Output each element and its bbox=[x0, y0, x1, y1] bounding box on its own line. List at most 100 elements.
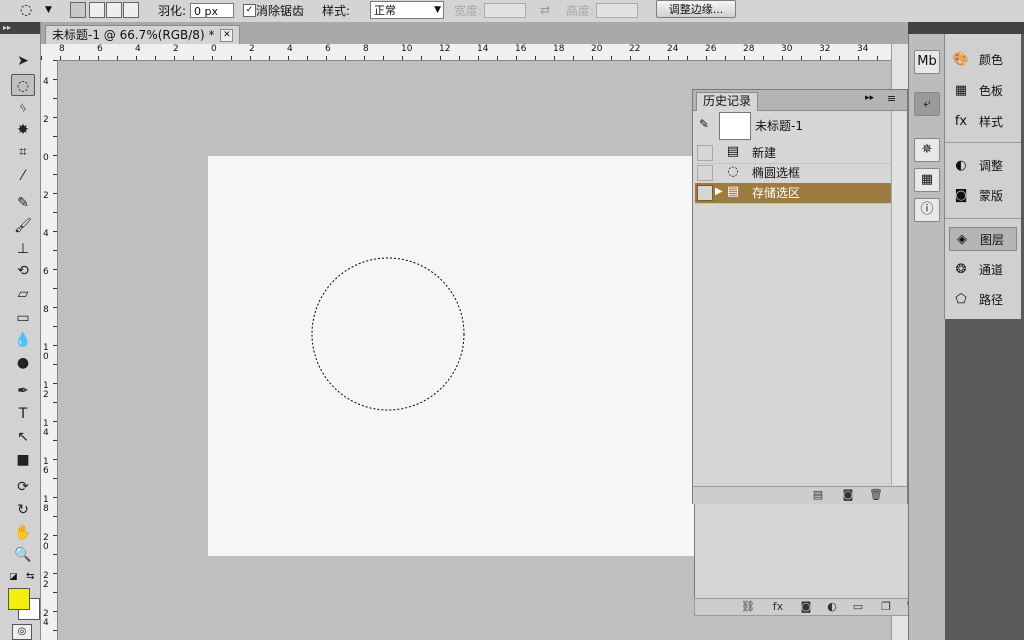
type-tool-icon[interactable]: T bbox=[11, 403, 35, 425]
history-source-checkbox[interactable] bbox=[697, 145, 713, 161]
document-tab-title: 未标题-1 @ 66.7%(RGB/8) * bbox=[52, 28, 215, 42]
preset-dropdown-icon[interactable]: ▼ bbox=[45, 2, 52, 18]
antialias-label: 消除锯齿 bbox=[256, 4, 305, 18]
gradient-tool-icon[interactable]: ▭ bbox=[11, 307, 35, 329]
history-source-checkbox[interactable] bbox=[697, 185, 713, 201]
blur-tool-icon[interactable]: 💧 bbox=[11, 329, 35, 351]
history-source-checkbox[interactable] bbox=[697, 165, 713, 181]
layers-icon: ◈ bbox=[957, 232, 967, 247]
pen-tool-icon[interactable]: ✒ bbox=[11, 380, 35, 402]
style-select[interactable]: 正常 ▼ bbox=[370, 1, 444, 19]
move-tool-icon[interactable]: ➤ bbox=[11, 50, 35, 72]
history-snapshot[interactable]: ✎ 未标题-1 bbox=[693, 111, 891, 143]
height-input[interactable] bbox=[596, 3, 638, 18]
panel-divider bbox=[945, 142, 1021, 143]
brush-tool-icon[interactable]: 🖌 bbox=[11, 215, 35, 237]
path-selection-tool-icon[interactable]: ↖ bbox=[11, 426, 35, 448]
snapshot-brush-icon[interactable]: ✎ bbox=[699, 117, 709, 131]
magic-wand-tool-icon[interactable]: ✸ bbox=[11, 119, 35, 141]
dodge-tool-icon[interactable]: ● bbox=[11, 352, 35, 374]
ruler-tick-label: 12 bbox=[439, 44, 451, 54]
stamp-tool-icon[interactable]: ⊥ bbox=[11, 238, 35, 260]
crop-tool-icon[interactable]: ⌗ bbox=[11, 141, 35, 163]
quick-mask-icon[interactable]: ◎ bbox=[12, 624, 32, 640]
ruler-tick-label: 1 6 bbox=[43, 457, 49, 476]
mini-bridge-icon[interactable]: Mb bbox=[914, 50, 940, 74]
hand-tool-icon[interactable]: ✋ bbox=[11, 522, 35, 544]
add-mask-icon[interactable]: ◙ bbox=[799, 600, 813, 614]
tools-panel-header[interactable]: ▸▸ bbox=[0, 22, 40, 34]
panel-label: 通道 bbox=[979, 263, 1004, 277]
adjustments-icon: ◐ bbox=[955, 158, 967, 173]
panel-layers[interactable]: ◈ 图层 bbox=[949, 227, 1017, 251]
subtract-from-selection-icon[interactable] bbox=[106, 2, 122, 18]
tools-panel: ▸▸ ➤ ◌ ᛃ ✸ ⌗ ⁄ ✎ 🖌 ⊥ ⟲ ▱ ▭ 💧 ● ✒ T ↖ ■ ⟳… bbox=[0, 22, 41, 640]
snapshot-thumbnail bbox=[719, 112, 751, 140]
styles-icon: fx bbox=[954, 114, 968, 129]
channels-icon: ❂ bbox=[955, 262, 967, 277]
zoom-tool-icon[interactable]: 🔍 bbox=[11, 544, 35, 566]
new-selection-icon[interactable] bbox=[70, 2, 86, 18]
new-layer-icon[interactable]: ❐ bbox=[879, 600, 893, 614]
ruler-tick-label: 10 bbox=[401, 44, 413, 54]
width-input[interactable] bbox=[484, 3, 526, 18]
3d-orbit-tool-icon[interactable]: ↻ bbox=[11, 499, 35, 521]
add-to-selection-icon[interactable] bbox=[89, 2, 105, 18]
history-item[interactable]: ◌ 椭圆选框 bbox=[695, 163, 891, 184]
panel-channels[interactable]: ❂ 通道 bbox=[949, 258, 1017, 282]
history-item-label: 新建 bbox=[752, 146, 777, 160]
eraser-tool-icon[interactable]: ▱ bbox=[11, 283, 35, 305]
swap-dimensions-icon[interactable]: ⇄ bbox=[540, 3, 550, 17]
swatches-icon: ▦ bbox=[954, 83, 968, 98]
rectangle-tool-icon[interactable]: ■ bbox=[11, 449, 35, 471]
panel-menu-icon[interactable]: ≡ bbox=[887, 92, 896, 105]
panel-styles[interactable]: fx 样式 bbox=[949, 110, 1017, 134]
panel-color[interactable]: 🎨 颜色 bbox=[949, 48, 1017, 72]
panel-paths[interactable]: ⬠ 路径 bbox=[949, 288, 1017, 312]
intersect-selection-icon[interactable] bbox=[123, 2, 139, 18]
ruler-tick-label: 8 bbox=[59, 44, 65, 54]
dock-header[interactable] bbox=[908, 22, 1024, 34]
chevron-down-icon: ▼ bbox=[434, 5, 441, 15]
eyedropper-tool-icon[interactable]: ⁄ bbox=[11, 165, 35, 187]
fx-icon[interactable]: fx bbox=[771, 600, 785, 614]
ellipse-marquee-tool-icon[interactable]: ◌ bbox=[11, 74, 35, 96]
marquee-preset-icon[interactable]: ◌ bbox=[20, 2, 38, 18]
default-colors-icon[interactable]: ◪ bbox=[9, 572, 18, 582]
history-tab[interactable]: 历史记录 bbox=[696, 92, 759, 111]
layers-footer: ⛓ fx ◙ ◐ ▭ ❐ 🗑 bbox=[694, 598, 943, 616]
histogram-icon[interactable]: ▦ bbox=[914, 168, 940, 192]
antialias-checkbox[interactable]: ✓ bbox=[243, 4, 256, 17]
collapse-icon[interactable]: ▸▸ bbox=[865, 93, 874, 103]
ruler-tick-label: 2 2 bbox=[43, 571, 49, 590]
group-icon[interactable]: ▭ bbox=[851, 600, 865, 614]
history-icon[interactable]: ⤶ bbox=[914, 92, 940, 116]
panel-adjustments[interactable]: ◐ 调整 bbox=[949, 154, 1017, 178]
lasso-tool-icon[interactable]: ᛃ bbox=[11, 97, 35, 119]
foreground-color-swatch[interactable] bbox=[8, 588, 30, 610]
feather-input[interactable]: 0 px bbox=[190, 3, 234, 18]
adjustment-layer-icon[interactable]: ◐ bbox=[825, 600, 839, 614]
refine-edge-button[interactable]: 调整边缘... bbox=[656, 0, 736, 18]
history-item-selected[interactable]: ▶ ▤ 存储选区 bbox=[695, 183, 891, 204]
history-footer: ▤ ◙ 🗑 bbox=[693, 486, 907, 504]
history-item[interactable]: ▤ 新建 bbox=[695, 143, 891, 164]
document-canvas[interactable] bbox=[208, 156, 695, 556]
document-tab[interactable]: 未标题-1 @ 66.7%(RGB/8) * ✕ bbox=[45, 25, 241, 45]
history-item-label: 存储选区 bbox=[752, 186, 801, 200]
close-icon[interactable]: ✕ bbox=[220, 29, 234, 42]
3d-rotate-tool-icon[interactable]: ⟳ bbox=[11, 476, 35, 498]
history-scrollbar[interactable] bbox=[891, 111, 906, 485]
link-layers-icon[interactable]: ⛓ bbox=[741, 600, 755, 614]
swap-colors-icon[interactable]: ⇆ bbox=[26, 571, 34, 582]
new-snapshot-icon[interactable]: ◙ bbox=[841, 488, 855, 502]
navigator-icon[interactable]: ✵ bbox=[914, 138, 940, 162]
trash-icon[interactable]: 🗑 bbox=[869, 488, 883, 502]
info-icon[interactable]: ⓘ bbox=[914, 198, 940, 222]
new-document-from-state-icon[interactable]: ▤ bbox=[811, 488, 825, 502]
panel-swatches[interactable]: ▦ 色板 bbox=[949, 79, 1017, 103]
ruler-tick-label: 20 bbox=[591, 44, 603, 54]
healing-brush-tool-icon[interactable]: ✎ bbox=[11, 192, 35, 214]
history-brush-tool-icon[interactable]: ⟲ bbox=[11, 260, 35, 282]
panel-masks[interactable]: ◙ 蒙版 bbox=[949, 184, 1017, 208]
